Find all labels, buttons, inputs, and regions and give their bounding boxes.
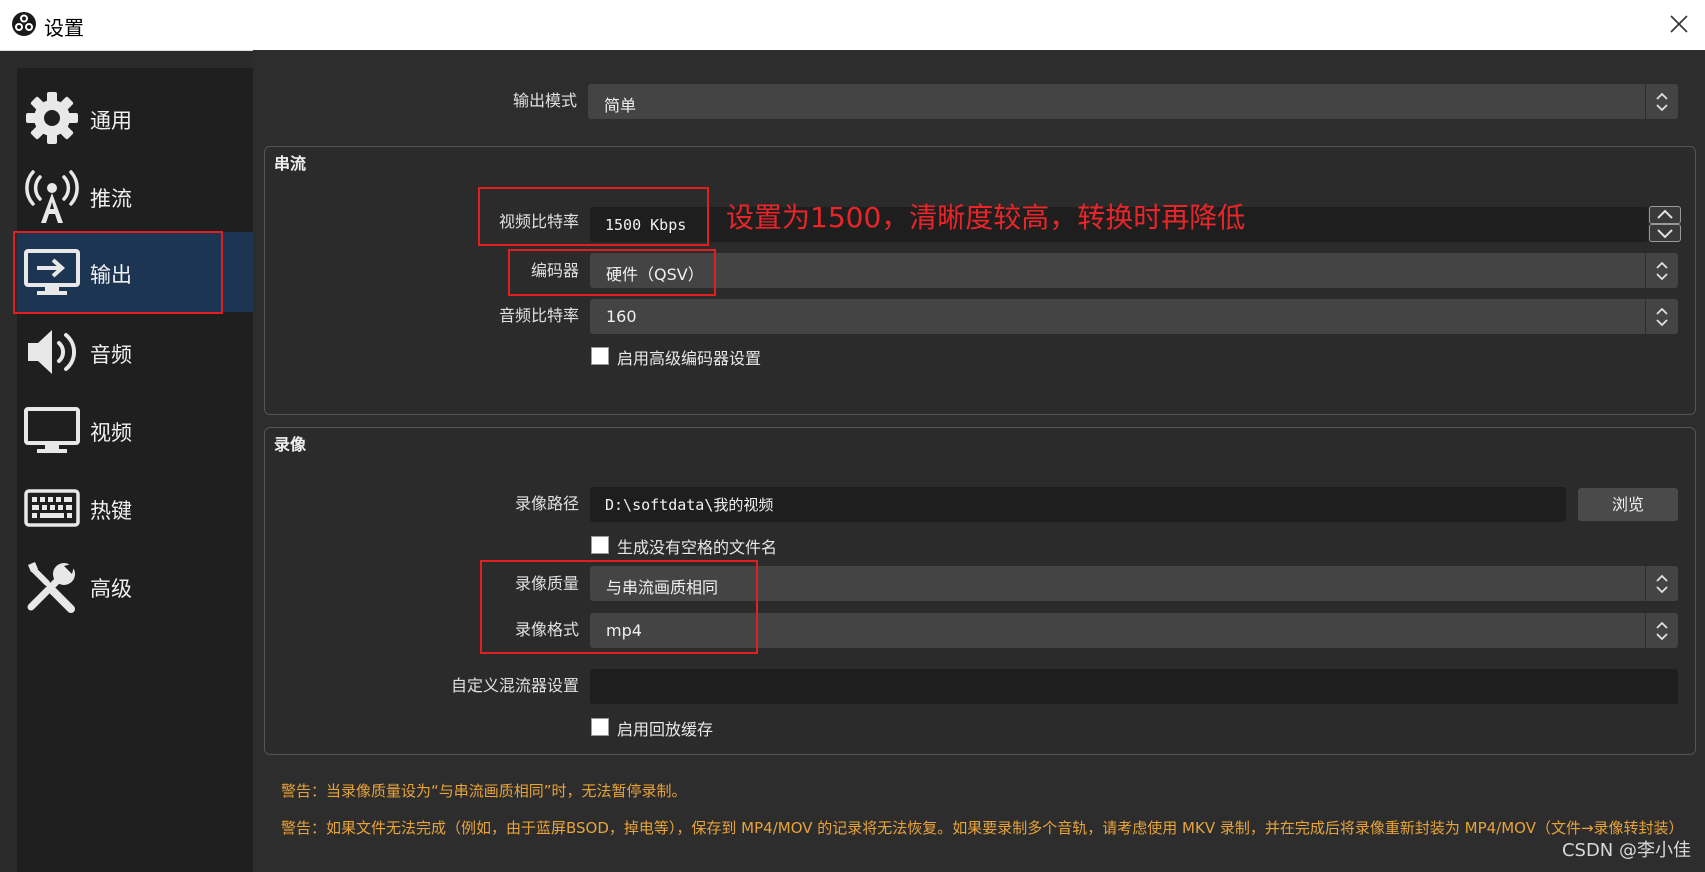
- chevron-updown-icon: [1656, 621, 1668, 641]
- chevron-updown-icon: [1656, 574, 1668, 594]
- dropdown-arrows: [1645, 566, 1678, 601]
- chevron-updown-icon: [1656, 307, 1668, 327]
- dropdown-arrows: [1645, 84, 1678, 119]
- tools-icon: [27, 562, 75, 613]
- highlight-box-encoder: [508, 249, 716, 296]
- audio-bitrate-select[interactable]: 160: [590, 299, 1678, 334]
- sidebar-item-audio[interactable]: 音频: [17, 312, 253, 390]
- close-icon[interactable]: [1665, 10, 1693, 38]
- sidebar-item-label: 音频: [90, 343, 132, 367]
- warning-file-recovery: 警告：如果文件无法完成（例如，由于蓝屏BSOD，掉电等），保存到 MP4/MOV…: [281, 819, 1684, 837]
- no-space-filename-checkbox[interactable]: 生成没有空格的文件名: [591, 534, 911, 557]
- highlight-box-recording-quality-format: [480, 560, 758, 654]
- browse-button[interactable]: 浏览: [1578, 488, 1678, 521]
- sidebar-item-label: 高级: [90, 577, 132, 601]
- keyboard-icon: [24, 489, 80, 527]
- checkbox-label: 生成没有空格的文件名: [617, 538, 778, 557]
- sidebar-item-label: 视频: [90, 421, 132, 445]
- chevron-updown-icon: [1656, 92, 1668, 112]
- sidebar-item-label: 热键: [90, 499, 132, 523]
- sidebar-item-label: 推流: [90, 187, 132, 211]
- highlight-box-output: [13, 231, 223, 314]
- checkbox-label: 启用高级编码器设置: [617, 349, 762, 368]
- dropdown-arrows: [1645, 613, 1678, 648]
- increment-button[interactable]: [1649, 206, 1681, 224]
- recording-path-label: 录像路径: [514, 494, 579, 513]
- window-title: 设置: [44, 16, 84, 40]
- dropdown-arrows: [1645, 299, 1678, 334]
- custom-muxer-label: 自定义混流器设置: [450, 676, 579, 695]
- sidebar-item-video[interactable]: 视频: [17, 390, 253, 468]
- chevron-down-icon: [1657, 229, 1673, 239]
- checkbox-box[interactable]: [591, 536, 609, 554]
- watermark: CSDN @李小佳: [1561, 840, 1691, 861]
- settings-sidebar: 通用 推流 输出 音频 视频 热键 高级: [17, 68, 253, 872]
- encoder-select[interactable]: 硬件（QSV）: [590, 253, 1678, 288]
- audio-bitrate-value: 160: [606, 307, 637, 326]
- title-bar: 设置: [0, 0, 1705, 51]
- dropdown-arrows: [1645, 253, 1678, 288]
- sidebar-item-stream[interactable]: 推流: [17, 156, 253, 234]
- custom-muxer-field[interactable]: [590, 669, 1678, 704]
- recording-path-field[interactable]: [590, 487, 1566, 522]
- output-mode-label: 输出模式: [512, 91, 577, 110]
- gear-icon: [26, 92, 78, 144]
- custom-muxer-input[interactable]: [590, 669, 1678, 704]
- obs-logo-icon: [12, 12, 36, 36]
- replay-buffer-checkbox[interactable]: 启用回放缓存: [591, 716, 891, 739]
- checkbox-box[interactable]: [591, 347, 609, 365]
- streaming-group-title: 串流: [274, 154, 307, 173]
- audio-bitrate-label: 音频比特率: [498, 306, 579, 325]
- chevron-updown-icon: [1656, 261, 1668, 281]
- highlight-box-video-bitrate: [478, 187, 709, 246]
- sidebar-item-label: 通用: [90, 109, 132, 133]
- sidebar-item-hotkeys[interactable]: 热键: [17, 468, 253, 546]
- advanced-encoder-checkbox[interactable]: 启用高级编码器设置: [591, 345, 891, 368]
- annotation-text: 设置为1500，清晰度较高，转换时再降低: [726, 201, 1246, 234]
- chevron-up-icon: [1657, 209, 1673, 219]
- checkbox-label: 启用回放缓存: [617, 720, 714, 739]
- recording-path-input[interactable]: [590, 487, 1566, 522]
- checkbox-box[interactable]: [591, 718, 609, 736]
- decrement-button[interactable]: [1649, 224, 1681, 242]
- sidebar-item-advanced[interactable]: 高级: [17, 546, 253, 624]
- video-bitrate-stepper: [1649, 206, 1681, 242]
- output-mode-select[interactable]: 简单: [588, 84, 1678, 119]
- monitor-icon: [24, 407, 80, 453]
- output-mode-value: 简单: [604, 96, 637, 115]
- sidebar-item-general[interactable]: 通用: [17, 78, 253, 156]
- broadcast-tower-icon: [25, 170, 79, 223]
- speaker-icon: [28, 330, 77, 374]
- recording-group-title: 录像: [274, 435, 307, 454]
- warning-pause-recording: 警告：当录像质量设为“与串流画质相同”时，无法暂停录制。: [281, 782, 687, 800]
